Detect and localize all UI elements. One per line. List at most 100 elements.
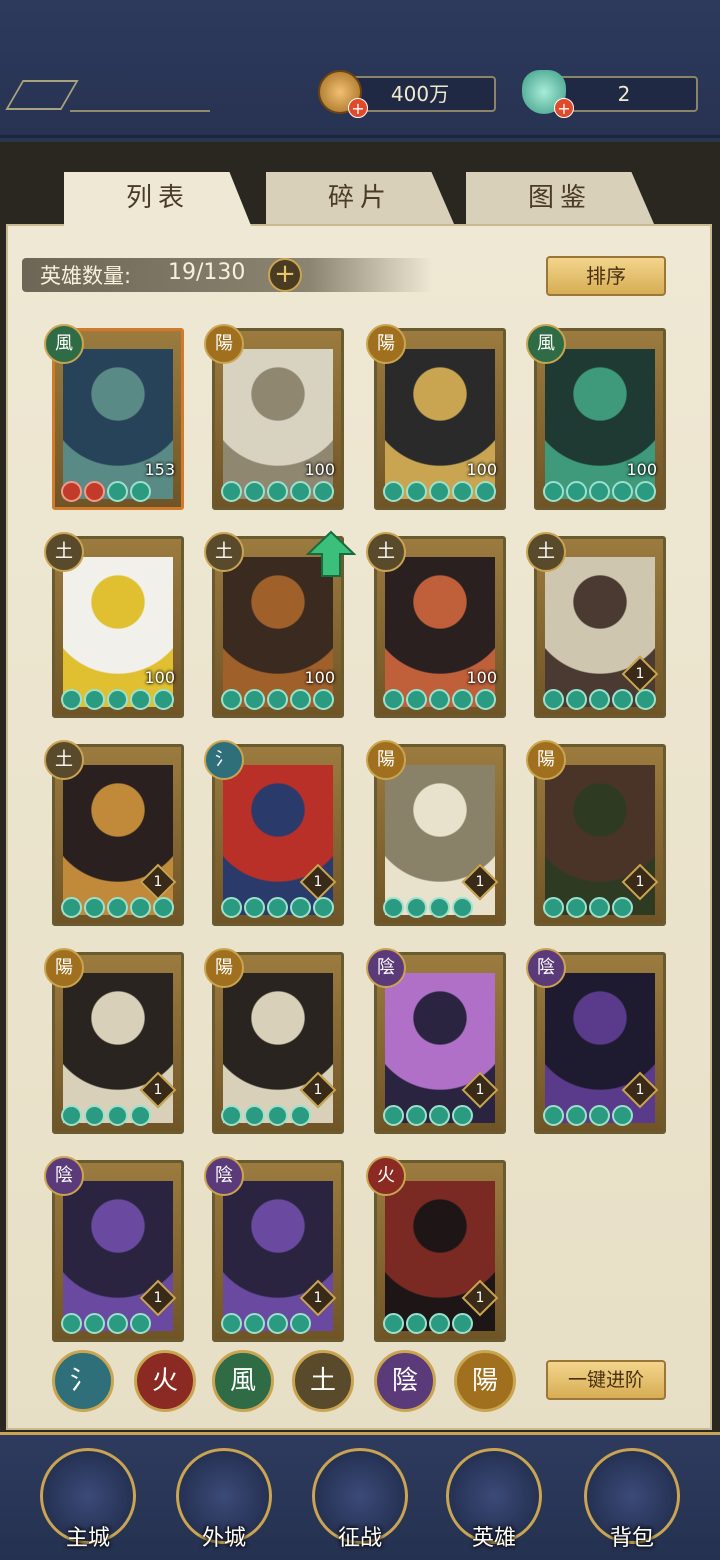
jade-star-icon <box>313 689 334 710</box>
jade-star-icon <box>244 689 265 710</box>
add-coin-button[interactable]: + <box>348 98 368 118</box>
hero-star-row <box>61 1105 151 1127</box>
wind-element-icon: 風 <box>44 324 84 364</box>
jade-star-icon <box>383 689 404 710</box>
jade-star-icon <box>221 689 242 710</box>
hero-star-row <box>543 1105 633 1127</box>
jade-star-icon <box>475 689 496 710</box>
jade-star-icon <box>221 897 242 918</box>
logo-line-decor <box>70 110 210 112</box>
nav-label[interactable]: 外城 <box>174 1520 274 1552</box>
jade-amount: 2 <box>617 82 631 106</box>
hero-star-row <box>61 1313 151 1335</box>
tab-fragments[interactable]: 碎片 <box>266 172 454 224</box>
tab-list[interactable]: 列表 <box>64 172 252 228</box>
hero-star-row <box>221 1105 311 1127</box>
hero-star-row <box>221 481 334 503</box>
jade-star-icon <box>84 689 105 710</box>
yang-element-icon: 陽 <box>526 740 566 780</box>
filter-fire-button[interactable]: 火 <box>134 1350 196 1412</box>
hero-star-row <box>543 689 656 711</box>
red-star-icon <box>84 481 105 502</box>
jade-star-icon <box>406 897 427 918</box>
hero-level: 1 <box>475 1290 485 1306</box>
jade-star-icon <box>612 897 633 918</box>
jade-star-icon <box>107 897 128 918</box>
yin-element-icon: 陰 <box>44 1156 84 1196</box>
jade-star-icon <box>61 1105 82 1126</box>
jade-star-icon <box>267 1313 288 1334</box>
jade-star-icon <box>107 1313 128 1334</box>
filter-water-button[interactable]: 氵 <box>52 1350 114 1412</box>
jade-star-icon <box>61 1313 82 1334</box>
jade-star-icon <box>566 1105 587 1126</box>
jade-star-icon <box>153 689 174 710</box>
jade-star-icon <box>244 1105 265 1126</box>
jade-star-icon <box>452 689 473 710</box>
hero-level: 1 <box>313 1082 323 1098</box>
filter-earth-button[interactable]: 土 <box>292 1350 354 1412</box>
hero-level: 1 <box>153 1290 163 1306</box>
hero-star-row <box>221 897 334 919</box>
tab-codex[interactable]: 图鉴 <box>466 172 654 224</box>
earth-element-icon: 土 <box>44 740 84 780</box>
hero-star-row <box>383 897 473 919</box>
yin-element-icon: 陰 <box>366 948 406 988</box>
nav-label[interactable]: 征战 <box>310 1520 410 1552</box>
yang-element-icon: 陽 <box>204 948 244 988</box>
jade-star-icon <box>635 481 656 502</box>
filter-yin-button[interactable]: 陰 <box>374 1350 436 1412</box>
hero-level: 153 <box>144 460 175 479</box>
jade-star-icon <box>406 1313 427 1334</box>
earth-element-icon: 土 <box>44 532 84 572</box>
one-click-advance-button[interactable]: 一键进阶 <box>546 1360 666 1400</box>
jade-star-icon <box>612 689 633 710</box>
hero-star-row <box>61 481 151 503</box>
jade-star-icon <box>566 897 587 918</box>
jade-star-icon <box>383 897 404 918</box>
jade-star-icon <box>107 689 128 710</box>
jade-star-icon <box>452 897 473 918</box>
jade-star-icon <box>267 481 288 502</box>
yin-element-icon: 陰 <box>204 1156 244 1196</box>
jade-star-icon <box>313 481 334 502</box>
filter-wind-button[interactable]: 風 <box>212 1350 274 1412</box>
jade-star-icon <box>130 689 151 710</box>
jade-star-icon <box>107 481 128 502</box>
hero-level: 100 <box>144 668 175 687</box>
hero-star-row <box>221 689 334 711</box>
jade-star-icon <box>221 1105 242 1126</box>
jade-star-icon <box>267 897 288 918</box>
jade-star-icon <box>589 481 610 502</box>
hero-level: 100 <box>626 460 657 479</box>
nav-label[interactable]: 背包 <box>582 1520 682 1552</box>
add-jade-button[interactable]: + <box>554 98 574 118</box>
jade-star-icon <box>475 481 496 502</box>
nav-label[interactable]: 英雄 <box>444 1520 544 1552</box>
sort-button[interactable]: 排序 <box>546 256 666 296</box>
nav-label[interactable]: 主城 <box>38 1520 138 1552</box>
jade-star-icon <box>221 1313 242 1334</box>
jade-star-icon <box>543 1105 564 1126</box>
hero-level: 100 <box>466 460 497 479</box>
jade-star-icon <box>130 1105 151 1126</box>
hero-star-row <box>383 689 496 711</box>
hero-star-row <box>543 481 656 503</box>
upgrade-arrow-icon <box>306 530 356 577</box>
hero-level: 1 <box>475 874 485 890</box>
hero-star-row <box>61 689 174 711</box>
earth-element-icon: 土 <box>526 532 566 572</box>
jade-star-icon <box>267 689 288 710</box>
jade-star-icon <box>290 481 311 502</box>
jade-star-icon <box>429 481 450 502</box>
earth-element-icon: 土 <box>366 532 406 572</box>
hero-star-row <box>383 1105 473 1127</box>
hero-count-label: 英雄数量: <box>40 264 132 288</box>
expand-hero-slots-button[interactable]: + <box>268 258 302 292</box>
jade-star-icon <box>429 897 450 918</box>
yang-element-icon: 陽 <box>366 324 406 364</box>
hero-level: 1 <box>635 666 645 682</box>
hero-star-row <box>221 1313 311 1335</box>
jade-star-icon <box>290 897 311 918</box>
filter-yang-button[interactable]: 陽 <box>454 1350 516 1412</box>
